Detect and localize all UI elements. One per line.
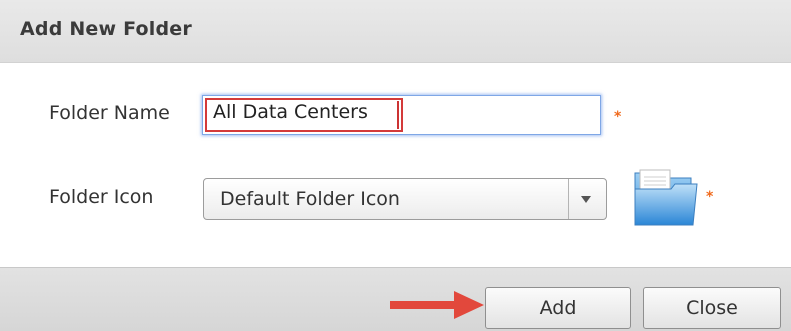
- folder-name-label: Folder Name: [49, 102, 170, 124]
- dialog-title: Add New Folder: [20, 18, 192, 40]
- folder-icon-select[interactable]: Default Folder Icon: [203, 178, 607, 220]
- required-marker: *: [706, 189, 714, 205]
- chevron-down-icon[interactable]: [581, 196, 591, 203]
- add-folder-dialog: Add New Folder Folder Name All Data Cent…: [0, 0, 791, 331]
- add-button[interactable]: Add: [485, 287, 631, 329]
- required-marker: *: [614, 109, 622, 125]
- folder-name-value: All Data Centers: [213, 101, 368, 123]
- folder-icon: [634, 169, 698, 226]
- dialog-header: Add New Folder: [0, 0, 791, 63]
- text-cursor: [397, 101, 399, 129]
- folder-name-input[interactable]: All Data Centers: [202, 95, 601, 135]
- folder-icon-selected-value: Default Folder Icon: [220, 188, 400, 210]
- close-button[interactable]: Close: [643, 287, 781, 329]
- folder-icon-label: Folder Icon: [49, 186, 154, 208]
- red-arrow-icon: [390, 291, 484, 319]
- select-divider: [568, 179, 569, 219]
